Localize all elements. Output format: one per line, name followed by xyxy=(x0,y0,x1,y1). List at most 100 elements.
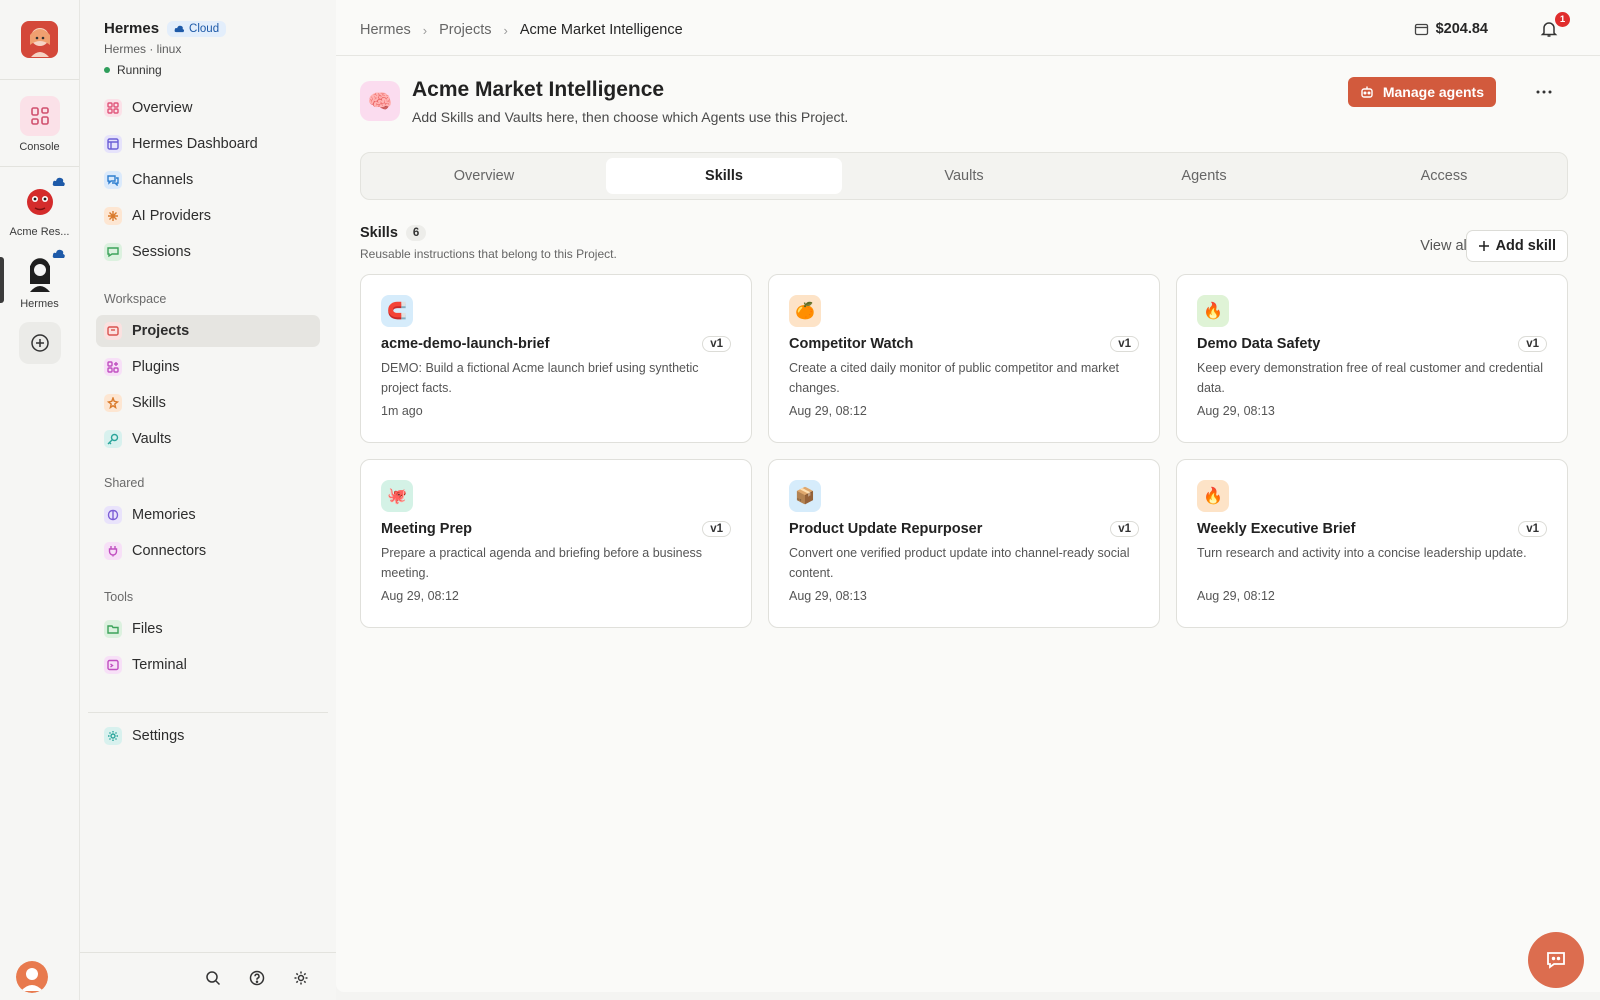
breadcrumb: Hermes › Projects › Acme Market Intellig… xyxy=(360,22,683,38)
sidebar-item-memories[interactable]: Memories xyxy=(96,499,320,531)
skill-description: Prepare a practical agenda and briefing … xyxy=(381,546,703,580)
status-dot xyxy=(104,67,110,73)
fire-icon: 🔥 xyxy=(1197,480,1229,512)
plug-icon xyxy=(104,542,122,560)
magnet-icon: 🧲 xyxy=(381,295,413,327)
sidebar-item-projects[interactable]: Projects xyxy=(96,315,320,347)
sidebar-item-plugins[interactable]: Plugins xyxy=(96,351,320,383)
section-label-shared: Shared xyxy=(104,476,145,490)
skill-name: Product Update Repurposer xyxy=(789,521,983,537)
skill-card[interactable]: 🐙 Meeting Prep v1 Prepare a practical ag… xyxy=(360,459,752,628)
sidebar-item-skills[interactable]: Skills xyxy=(96,387,320,419)
page-title: Acme Market Intelligence xyxy=(412,78,665,101)
sidebar: Hermes Cloud Hermes · linux Running Over… xyxy=(16,0,336,1000)
sidebar-item-ai-providers[interactable]: AI Providers xyxy=(96,200,320,232)
robot-icon xyxy=(1361,86,1373,98)
sidebar-item-vaults[interactable]: Vaults xyxy=(96,423,320,455)
rail-label: Acme Res... xyxy=(9,226,70,238)
count-badge: 6 xyxy=(405,225,427,241)
sidebar-item-hermes-dashboard[interactable]: Hermes Dashboard xyxy=(96,128,320,160)
folder-icon xyxy=(104,322,122,340)
tab-overview[interactable]: Overview xyxy=(366,158,602,194)
terminal-icon xyxy=(104,656,122,674)
chat-button[interactable] xyxy=(1528,932,1584,988)
tab-agents[interactable]: Agents xyxy=(1086,158,1322,194)
chat-icon xyxy=(104,171,122,189)
sidebar-item-settings[interactable]: Settings xyxy=(96,720,320,752)
brain-icon xyxy=(104,506,122,524)
octopus-icon: 🐙 xyxy=(381,480,413,512)
brain-icon: 🧠 xyxy=(360,81,400,121)
sidebar-item-terminal[interactable]: Terminal xyxy=(96,649,320,681)
notification-badge: 1 xyxy=(1555,12,1570,27)
sidebar-item-label: Files xyxy=(132,621,163,637)
skill-card[interactable]: 📦 Product Update Repurposer v1 Convert o… xyxy=(768,459,1160,628)
cloud-badge-label: Cloud xyxy=(189,22,220,35)
settings-nav: Settings xyxy=(96,720,320,756)
sidebar-item-label: Memories xyxy=(132,507,196,523)
tab-skills[interactable]: Skills xyxy=(606,158,842,194)
add-workspace-button[interactable] xyxy=(19,322,61,364)
rail-item-hermes[interactable]: Hermes xyxy=(0,249,79,310)
rail-item-acme[interactable]: Acme Res... xyxy=(0,177,79,238)
breadcrumb-item[interactable]: Projects xyxy=(439,22,491,38)
section-label-workspace: Workspace xyxy=(104,292,167,306)
project-header: 🧠 Acme Market Intelligence Add Skills an… xyxy=(360,78,848,125)
more-options-icon[interactable] xyxy=(1534,82,1554,102)
skill-card[interactable]: 🔥 Weekly Executive Brief v1 Turn researc… xyxy=(1176,459,1568,628)
skill-timestamp: Aug 29, 08:12 xyxy=(381,589,459,603)
skill-timestamp: Aug 29, 08:12 xyxy=(1197,589,1275,603)
search-icon[interactable] xyxy=(204,969,222,987)
page-description: Add Skills and Vaults here, then choose … xyxy=(412,109,849,125)
section-subtitle: Reusable instructions that belong to thi… xyxy=(360,247,617,261)
sidebar-item-files[interactable]: Files xyxy=(96,613,320,645)
skill-description: Keep every demonstration free of real cu… xyxy=(1197,361,1544,395)
manage-agents-button[interactable]: Manage agents xyxy=(1347,77,1496,107)
sidebar-footer xyxy=(16,952,336,1000)
user-avatar[interactable] xyxy=(16,961,48,993)
skills-icon xyxy=(104,394,122,412)
breadcrumb-item[interactable]: Hermes xyxy=(360,22,411,38)
topbar: Hermes › Projects › Acme Market Intellig… xyxy=(336,0,1600,56)
rail-item-console[interactable]: Console xyxy=(0,96,79,153)
tab-access[interactable]: Access xyxy=(1326,158,1562,194)
skill-name: acme-demo-launch-brief xyxy=(381,336,550,352)
gear-icon[interactable] xyxy=(292,969,310,987)
status-label: Running xyxy=(117,63,162,77)
skill-timestamp: 1m ago xyxy=(381,404,423,418)
sidebar-item-connectors[interactable]: Connectors xyxy=(96,535,320,567)
main-nav: Overview Hermes Dashboard Channels AI Pr… xyxy=(96,92,320,272)
version-badge: v1 xyxy=(702,336,731,352)
fire-icon: 🔥 xyxy=(1197,295,1229,327)
main-content: Hermes › Projects › Acme Market Intellig… xyxy=(336,0,1600,992)
skill-card[interactable]: 🍊 Competitor Watch v1 Create a cited dai… xyxy=(768,274,1160,443)
sidebar-item-label: Terminal xyxy=(132,657,187,673)
workspace-rail: Console Acme Res... Hermes xyxy=(0,0,80,1000)
balance-display[interactable]: $204.84 xyxy=(1414,21,1488,37)
help-icon[interactable] xyxy=(248,969,266,987)
console-icon xyxy=(19,96,60,136)
cloud-badge: Cloud xyxy=(167,20,227,37)
sidebar-item-label: Channels xyxy=(132,172,194,188)
skill-card[interactable]: 🧲 acme-demo-launch-brief v1 DEMO: Build … xyxy=(360,274,752,443)
sidebar-item-channels[interactable]: Channels xyxy=(96,164,320,196)
tools-nav: Files Terminal xyxy=(96,613,320,685)
sidebar-item-label: AI Providers xyxy=(132,208,211,224)
cloud-icon xyxy=(174,25,185,32)
version-badge: v1 xyxy=(1518,521,1547,537)
gear-icon xyxy=(104,727,122,745)
app-logo[interactable] xyxy=(21,21,58,58)
tab-vaults[interactable]: Vaults xyxy=(846,158,1082,194)
rail-divider xyxy=(0,79,79,80)
sidebar-item-label: Skills xyxy=(132,395,166,411)
wallet-icon xyxy=(1414,23,1428,35)
message-icon xyxy=(104,243,122,261)
sidebar-item-overview[interactable]: Overview xyxy=(96,92,320,124)
version-badge: v1 xyxy=(702,521,731,537)
sidebar-item-sessions[interactable]: Sessions xyxy=(96,236,320,268)
skill-name: Demo Data Safety xyxy=(1197,336,1321,352)
add-skill-button[interactable]: Add skill xyxy=(1465,230,1568,262)
project-tabs: Overview Skills Vaults Agents Access xyxy=(360,152,1568,200)
section-title: Skills xyxy=(360,225,398,241)
skill-card[interactable]: 🔥 Demo Data Safety v1 Keep every demonst… xyxy=(1176,274,1568,443)
